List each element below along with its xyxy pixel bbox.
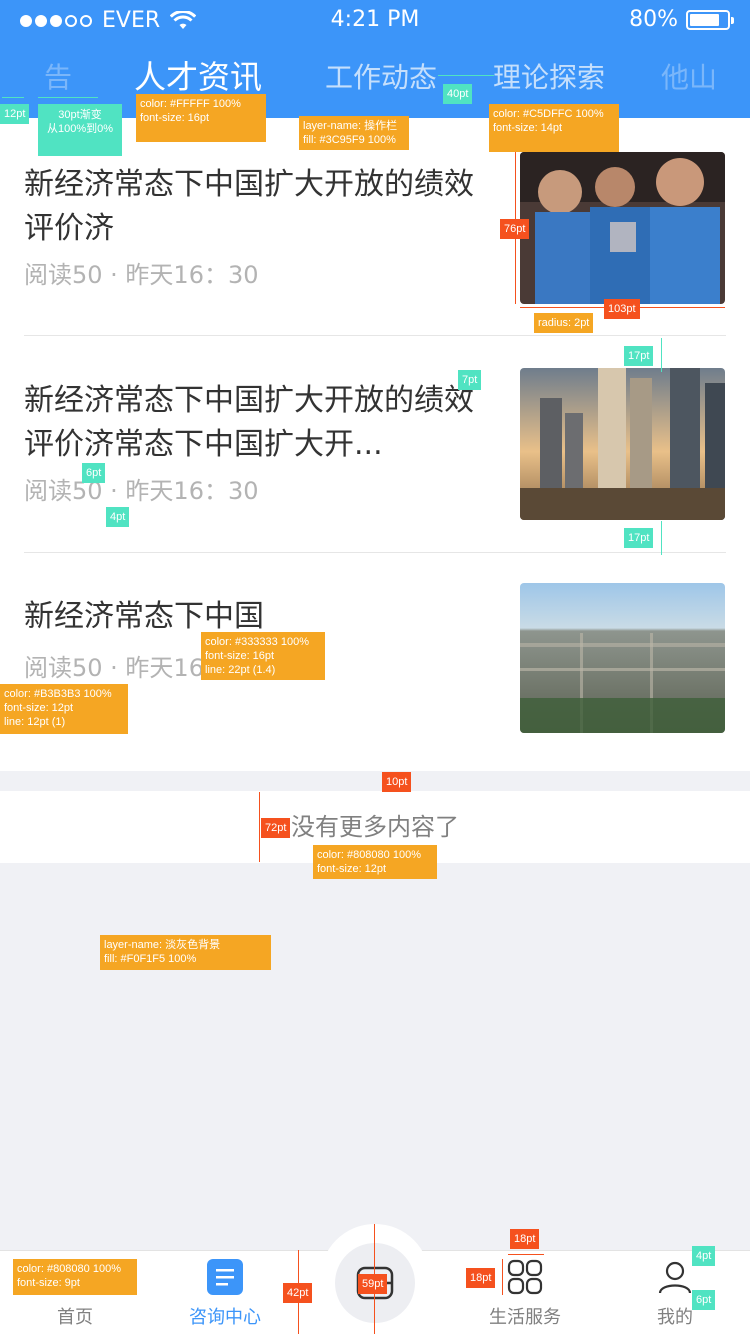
annotation-label: radius: 2pt xyxy=(534,313,594,333)
annotation-label: 40pt xyxy=(443,84,473,104)
tabbar-mine-label: 我的 xyxy=(657,1307,693,1328)
annotation-text: fill: #F0F1F5 100% xyxy=(104,953,197,965)
tab-talent-news[interactable]: 人才资讯 xyxy=(134,52,262,98)
grid-icon xyxy=(507,1259,543,1295)
annotation-label: 12pt xyxy=(0,104,30,124)
article-meta: 阅读50 · 昨天16：30 xyxy=(24,261,259,289)
skyscraper-photo xyxy=(520,368,725,520)
battery-icon xyxy=(686,9,734,30)
annotation-text: color: #333333 100% xyxy=(205,636,309,648)
annotation-label: 42pt xyxy=(283,1283,313,1303)
battery-percent: 80% xyxy=(629,7,678,32)
annotation-line xyxy=(2,97,24,98)
tabbar-consult-label: 咨询中心 xyxy=(189,1307,261,1328)
annotation-label: 17pt xyxy=(624,346,654,366)
annotation-text: layer-name: 操作栏 xyxy=(303,120,398,132)
list-item[interactable]: 新经济常态下中国 阅读50 · 昨天16：30 xyxy=(0,552,750,771)
annotation-label: 59pt xyxy=(358,1274,388,1294)
article-thumbnail xyxy=(520,152,725,304)
annotation-label: 10pt xyxy=(382,772,412,792)
tabbar-mine[interactable]: 我的 xyxy=(600,1251,750,1334)
annotation-text: font-size: 12pt xyxy=(317,863,387,875)
annotation-label: 72pt xyxy=(261,818,291,838)
annotation-label: 7pt xyxy=(458,370,482,390)
annotation-text: color: #B3B3B3 100% xyxy=(4,688,112,700)
annotation-label: 103pt xyxy=(604,299,640,319)
annotation-label: layer-name: 操作栏 fill: #3C95F9 100% xyxy=(299,116,409,150)
tab-work-updates[interactable]: 工作动态 xyxy=(325,56,437,96)
annotation-label: color: #C5DFFC 100% font-size: 14pt xyxy=(489,104,619,152)
tabbar-life-label: 生活服务 xyxy=(489,1307,561,1328)
annotation-label: color: #333333 100% font-size: 16pt line… xyxy=(201,632,325,680)
status-bar: EVER 4:21 PM 80% xyxy=(0,0,750,42)
article-list: 新经济常态下中国扩大开放的绩效评价济 阅读50 · 昨天16：30 新经济常态下… xyxy=(0,118,750,771)
annotation-text: font-size: 9pt xyxy=(17,1277,80,1289)
annotation-label: 76pt xyxy=(500,219,530,239)
annotation-label: 4pt xyxy=(106,507,130,527)
tabbar-life-services[interactable]: 生活服务 xyxy=(450,1251,600,1334)
annotation-label: 18pt xyxy=(510,1229,540,1249)
tab-partial-left[interactable]: 告 xyxy=(44,56,72,96)
annotation-line xyxy=(438,75,494,76)
section-gap xyxy=(0,771,750,791)
annotation-label: 6pt xyxy=(82,463,106,483)
annotation-text: font-size: 14pt xyxy=(493,122,563,134)
annotation-text: font-size: 12pt xyxy=(4,702,74,714)
city-aerial-photo xyxy=(520,583,725,733)
article-thumbnail xyxy=(520,583,725,733)
annotation-text: 30pt渐变 xyxy=(58,109,102,121)
annotation-label: color: #B3B3B3 100% font-size: 12pt line… xyxy=(0,684,128,734)
annotation-text: color: #FFFFF 100% xyxy=(140,98,241,110)
annotation-text: font-size: 16pt xyxy=(205,650,275,662)
annotation-text: fill: #3C95F9 100% xyxy=(303,134,396,146)
tabbar-consult-center[interactable]: 咨询中心 xyxy=(150,1251,300,1334)
user-icon xyxy=(657,1259,693,1295)
battery-status: 80% xyxy=(629,7,734,32)
annotation-line xyxy=(661,521,662,555)
tab-partial-right[interactable]: 他山 xyxy=(661,56,717,96)
annotation-text: line: 22pt (1.4) xyxy=(205,664,276,676)
article-meta: 阅读50 · 昨天16：30 xyxy=(24,477,259,505)
annotation-text: line: 12pt (1) xyxy=(4,716,66,728)
annotation-line xyxy=(661,338,662,372)
annotation-label: color: #808080 100% font-size: 9pt xyxy=(13,1259,137,1295)
list-icon xyxy=(207,1259,243,1295)
annotation-label: color: #808080 100% font-size: 12pt xyxy=(313,845,437,879)
article-title: 新经济常态下中国扩大开放的绩效评价济常态下中国扩大开... xyxy=(24,383,474,462)
annotation-line xyxy=(502,1259,503,1295)
category-tabs: 告 人才资讯 工作动态 理论探索 他山 xyxy=(0,50,750,110)
app-screen: EVER 4:21 PM 80% 告 人才资讯 工作动态 理论探索 他山 新经济… xyxy=(0,0,750,1334)
annotation-text: color: #808080 100% xyxy=(317,849,421,861)
annotation-label: 4pt xyxy=(692,1246,716,1266)
tabbar-home-label: 首页 xyxy=(57,1307,93,1328)
annotation-label: 18pt xyxy=(466,1268,496,1288)
header-bar: EVER 4:21 PM 80% 告 人才资讯 工作动态 理论探索 他山 xyxy=(0,0,750,118)
annotation-label: color: #FFFFF 100% font-size: 16pt xyxy=(136,94,266,142)
annotation-label: 17pt xyxy=(624,528,654,548)
annotation-text: font-size: 16pt xyxy=(140,112,210,124)
annotation-line xyxy=(508,1254,544,1255)
annotation-line xyxy=(259,792,260,862)
annotation-label: 6pt xyxy=(692,1290,716,1310)
article-thumbnail xyxy=(520,368,725,520)
tab-theory[interactable]: 理论探索 xyxy=(493,56,605,96)
annotation-text: color: #C5DFFC 100% xyxy=(493,108,604,120)
annotation-label: layer-name: 淡灰色背景 fill: #F0F1F5 100% xyxy=(100,935,271,970)
annotation-text: layer-name: 淡灰色背景 xyxy=(104,939,221,951)
annotation-text: 从100%到0% xyxy=(46,123,114,135)
annotation-text: color: #808080 100% xyxy=(17,1263,121,1275)
annotation-label: 30pt渐变 从100%到0% xyxy=(38,104,122,156)
article-title: 新经济常态下中国扩大开放的绩效评价济 xyxy=(24,167,474,246)
basketball-photo xyxy=(520,152,725,304)
annotation-line xyxy=(38,97,98,98)
